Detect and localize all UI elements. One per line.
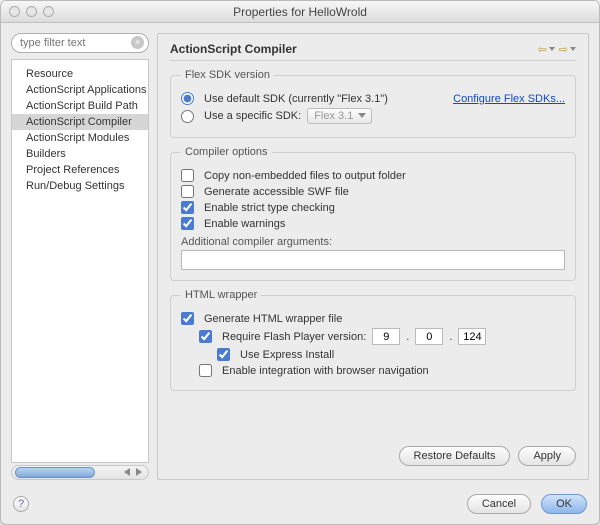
flash-version-patch-input[interactable] xyxy=(458,328,486,345)
dialog-footer: ? Cancel OK xyxy=(1,490,599,524)
back-history-button[interactable]: ⇦ xyxy=(538,43,555,56)
enable-warnings-checkbox[interactable] xyxy=(181,217,194,230)
express-install-label: Use Express Install xyxy=(240,349,334,361)
strict-type-checkbox[interactable] xyxy=(181,201,194,214)
enable-warnings-label: Enable warnings xyxy=(204,218,285,230)
use-default-sdk-label: Use default SDK (currently "Flex 3.1") xyxy=(204,93,388,105)
help-button[interactable]: ? xyxy=(13,496,29,512)
titlebar: Properties for HelloWrold xyxy=(1,1,599,23)
express-install-checkbox[interactable] xyxy=(217,348,230,361)
nav-item-project-references[interactable]: Project References xyxy=(12,162,148,178)
copy-files-label: Copy non-embedded files to output folder xyxy=(204,170,406,182)
use-specific-sdk-label: Use a specific SDK: xyxy=(204,110,301,122)
ok-button[interactable]: OK xyxy=(541,494,587,514)
use-specific-sdk-radio[interactable] xyxy=(181,110,194,123)
strict-type-label: Enable strict type checking xyxy=(204,202,335,214)
main-panel: ActionScript Compiler ⇦ ⇨ Flex SDK versi… xyxy=(157,33,589,480)
scrollbar-thumb[interactable] xyxy=(15,467,95,478)
nav-item-builders[interactable]: Builders xyxy=(12,146,148,162)
use-default-sdk-radio[interactable] xyxy=(181,92,194,105)
browser-navigation-checkbox[interactable] xyxy=(199,364,212,377)
nav-item-as-compiler[interactable]: ActionScript Compiler xyxy=(12,114,148,130)
nav-tree: Resource ActionScript Applications Actio… xyxy=(11,59,149,463)
additional-args-input[interactable] xyxy=(181,250,565,270)
nav-item-run-debug-settings[interactable]: Run/Debug Settings xyxy=(12,178,148,194)
page-title: ActionScript Compiler xyxy=(170,42,297,56)
cancel-button[interactable]: Cancel xyxy=(467,494,531,514)
additional-args-label: Additional compiler arguments: xyxy=(181,236,565,248)
accessible-swf-label: Generate accessible SWF file xyxy=(204,186,349,198)
require-flash-version-label: Require Flash Player version: xyxy=(222,331,366,343)
forward-history-button[interactable]: ⇨ xyxy=(559,43,576,56)
flash-version-minor-input[interactable] xyxy=(415,328,443,345)
specific-sdk-select[interactable]: Flex 3.1 xyxy=(307,108,372,124)
nav-item-as-modules[interactable]: ActionScript Modules xyxy=(12,130,148,146)
compiler-options-legend: Compiler options xyxy=(181,146,272,158)
clear-filter-icon[interactable]: × xyxy=(131,36,144,49)
generate-html-checkbox[interactable] xyxy=(181,312,194,325)
compiler-options-group: Compiler options Copy non-embedded files… xyxy=(170,146,576,281)
nav-item-resource[interactable]: Resource xyxy=(12,66,148,82)
copy-files-checkbox[interactable] xyxy=(181,169,194,182)
html-wrapper-legend: HTML wrapper xyxy=(181,289,261,301)
accessible-swf-checkbox[interactable] xyxy=(181,185,194,198)
flash-version-major-input[interactable] xyxy=(372,328,400,345)
sidebar-hscrollbar[interactable] xyxy=(11,465,149,480)
properties-dialog: Properties for HelloWrold × Resource Act… xyxy=(0,0,600,525)
html-wrapper-group: HTML wrapper Generate HTML wrapper file … xyxy=(170,289,576,391)
apply-button[interactable]: Apply xyxy=(518,446,576,466)
sidebar: × Resource ActionScript Applications Act… xyxy=(11,33,149,480)
generate-html-label: Generate HTML wrapper file xyxy=(204,313,342,325)
configure-flex-sdks-link[interactable]: Configure Flex SDKs... xyxy=(453,93,565,105)
flex-sdk-legend: Flex SDK version xyxy=(181,69,274,81)
filter-input[interactable] xyxy=(11,33,149,53)
restore-defaults-button[interactable]: Restore Defaults xyxy=(399,446,511,466)
nav-item-as-applications[interactable]: ActionScript Applications xyxy=(12,82,148,98)
browser-navigation-label: Enable integration with browser navigati… xyxy=(222,365,429,377)
window-title: Properties for HelloWrold xyxy=(1,5,599,19)
require-flash-version-checkbox[interactable] xyxy=(199,330,212,343)
flex-sdk-group: Flex SDK version Use default SDK (curren… xyxy=(170,69,576,138)
nav-item-as-build-path[interactable]: ActionScript Build Path xyxy=(12,98,148,114)
